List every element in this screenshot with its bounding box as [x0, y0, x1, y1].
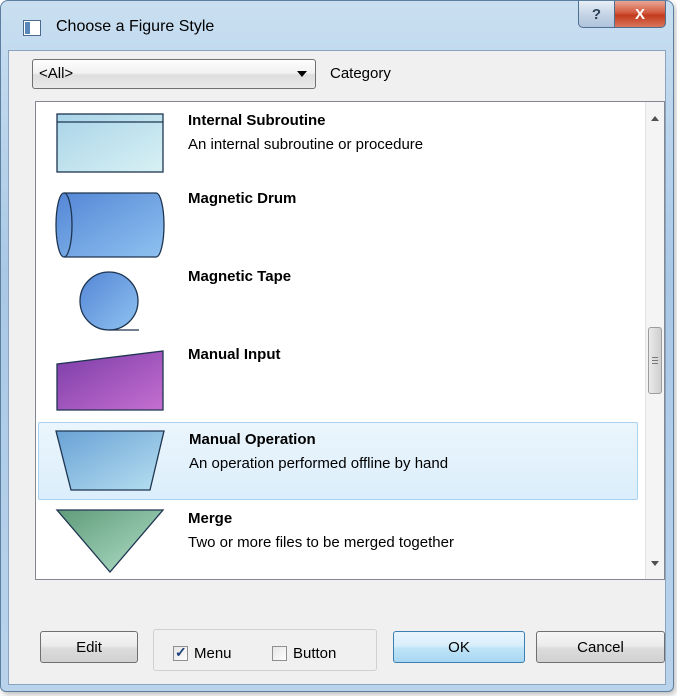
item-description: An internal subroutine or procedure — [188, 136, 424, 153]
item-name: Internal Subroutine — [188, 112, 326, 129]
item-name: Magnetic Drum — [188, 190, 297, 207]
category-combobox[interactable]: <All> — [32, 59, 316, 89]
button-checkbox-label: Button — [293, 645, 337, 662]
list-item-manual-input[interactable]: Manual Input — [38, 338, 638, 416]
scroll-down-arrow-icon[interactable] — [651, 561, 659, 566]
chevron-down-icon — [297, 71, 307, 77]
window-title: Choose a Figure Style — [56, 18, 215, 35]
magnetic-tape-icon — [79, 271, 139, 331]
category-label: Category — [330, 65, 391, 82]
list-item-magnetic-tape[interactable]: Magnetic Tape — [38, 260, 638, 338]
item-name: Merge — [188, 510, 233, 527]
menu-checkbox-row[interactable]: Menu — [173, 644, 232, 662]
scrollbar-thumb[interactable] — [648, 327, 662, 394]
menu-checkbox[interactable] — [173, 644, 188, 661]
item-description: Two or more files to be merged together — [188, 534, 454, 551]
merge-icon — [55, 509, 165, 574]
manual-operation-icon — [55, 430, 165, 491]
list-item-internal-subroutine[interactable]: Internal Subroutine An internal subrouti… — [38, 104, 638, 182]
item-name: Magnetic Tape — [188, 268, 292, 285]
grip-icon — [652, 357, 658, 366]
item-name: Manual Operation — [189, 431, 316, 448]
magnetic-drum-icon — [55, 192, 165, 258]
help-button[interactable]: ? — [578, 1, 615, 28]
item-name: Manual Input — [188, 346, 281, 363]
menu-checkbox-label: Menu — [194, 645, 232, 662]
app-window-icon — [23, 20, 41, 36]
scroll-up-arrow-icon[interactable] — [651, 116, 659, 121]
item-description: An operation performed offline by hand — [189, 455, 449, 472]
cancel-button[interactable]: Cancel — [536, 631, 665, 663]
title-bar[interactable]: Choose a Figure Style ? X — [1, 1, 673, 51]
button-checkbox[interactable] — [272, 646, 287, 661]
close-button[interactable]: X — [614, 1, 666, 28]
manual-input-icon — [56, 350, 164, 411]
figure-style-list[interactable]: Internal Subroutine An internal subrouti… — [35, 101, 665, 580]
vertical-scrollbar[interactable] — [645, 102, 664, 579]
internal-subroutine-icon — [56, 113, 164, 173]
category-selected-value: <All> — [39, 65, 74, 82]
list-item-magnetic-drum[interactable]: Magnetic Drum — [38, 182, 638, 260]
edit-button[interactable]: Edit — [40, 631, 138, 663]
ok-button[interactable]: OK — [393, 631, 525, 663]
list-item-merge[interactable]: Merge Two or more files to be merged tog… — [38, 502, 638, 579]
button-checkbox-row[interactable]: Button — [272, 645, 336, 662]
list-item-manual-operation[interactable]: Manual Operation An operation performed … — [38, 422, 638, 500]
